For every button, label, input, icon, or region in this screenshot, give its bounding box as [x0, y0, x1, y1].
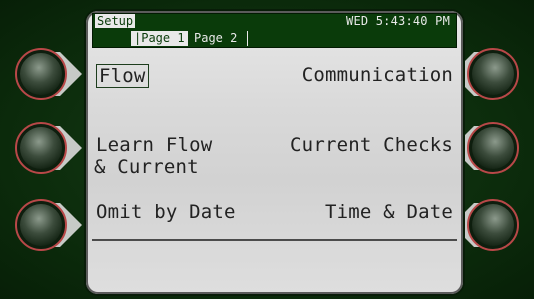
- round-softkey-icon: [15, 122, 82, 174]
- screen-header: Setup WED 5:43:40 PM |Page 1 Page 2: [92, 13, 457, 48]
- clock-display: WED 5:43:40 PM: [346, 14, 450, 28]
- round-softkey-icon: [15, 199, 82, 251]
- menu-item-flow[interactable]: Flow: [96, 64, 149, 88]
- round-softkey-icon: [15, 48, 82, 100]
- tab-page-1[interactable]: |Page 1: [130, 31, 188, 46]
- tab-separator: [247, 31, 248, 46]
- softkey-left-2[interactable]: [14, 120, 84, 176]
- menu-item-learn-flow-current[interactable]: Learn Flow: [96, 134, 212, 156]
- menu-item-learn-flow-current-line2[interactable]: & Current: [94, 156, 199, 178]
- menu-item-communication[interactable]: Communication: [302, 64, 453, 86]
- menu-item-current-checks[interactable]: Current Checks: [290, 134, 453, 156]
- lcd-screen: Setup WED 5:43:40 PM |Page 1 Page 2 Flow…: [86, 11, 463, 294]
- menu-item-omit-by-date[interactable]: Omit by Date: [96, 201, 236, 223]
- tab-page-2[interactable]: Page 2: [191, 31, 241, 46]
- page-tabs: |Page 1 Page 2: [93, 30, 456, 47]
- softkey-left-3[interactable]: [14, 197, 84, 253]
- screen-divider: [92, 239, 457, 241]
- screen-title: Setup: [95, 14, 136, 28]
- softkey-left-1[interactable]: [14, 46, 84, 102]
- menu-item-time-date[interactable]: Time & Date: [325, 201, 453, 223]
